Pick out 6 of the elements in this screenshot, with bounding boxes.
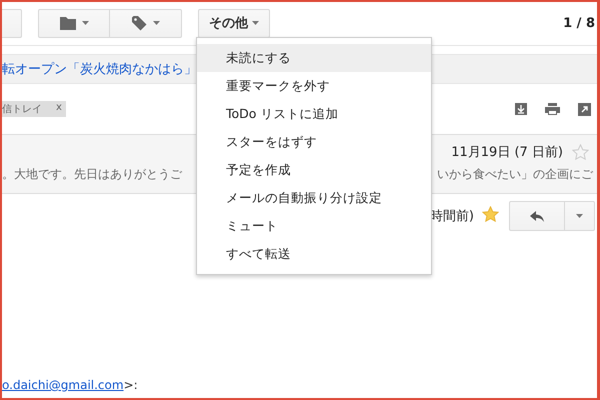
pagination-count: 1 / 8 bbox=[563, 16, 595, 30]
message-snippet: 。大地です。先日はありがとうご bbox=[2, 166, 182, 183]
email-suffix: >: bbox=[124, 378, 138, 392]
message-snippet: いから食べたい」の企画にご bbox=[437, 166, 593, 183]
message-date: 11月19日 (7 日前) bbox=[451, 144, 563, 161]
email-subject: 転オープン「炭火焼肉なかはら」 bbox=[2, 61, 197, 78]
